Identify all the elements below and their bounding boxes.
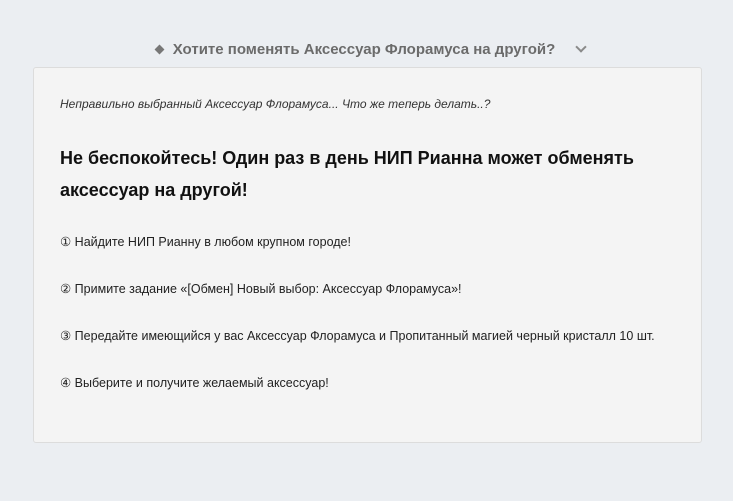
step-item-1: ① Найдите НИП Рианну в любом крупном гор…	[60, 235, 351, 249]
step-item-3: ③ Передайте имеющийся у вас Аксессуар Фл…	[60, 329, 655, 343]
intro-text: Неправильно выбранный Аксессуар Флорамус…	[60, 97, 491, 111]
accordion-header[interactable]: Хотите поменять Аксессуар Флорамуса на д…	[0, 36, 733, 62]
diamond-bullet-icon	[154, 44, 165, 54]
faq-accordion: Хотите поменять Аксессуар Флорамуса на д…	[0, 0, 733, 501]
accordion-panel: Неправильно выбранный Аксессуар Флорамус…	[33, 67, 702, 443]
steps-list: ① Найдите НИП Рианну в любом крупном гор…	[60, 234, 655, 422]
accordion-title[interactable]: Хотите поменять Аксессуар Флорамуса на д…	[173, 41, 556, 58]
chevron-down-icon[interactable]	[575, 41, 587, 53]
panel-headline: Не беспокойтесь! Один раз в день НИП Риа…	[60, 148, 634, 200]
step-item-2: ② Примите задание «[Обмен] Новый выбор: …	[60, 282, 462, 296]
step-item-4: ④ Выберите и получите желаемый аксессуар…	[60, 376, 329, 390]
